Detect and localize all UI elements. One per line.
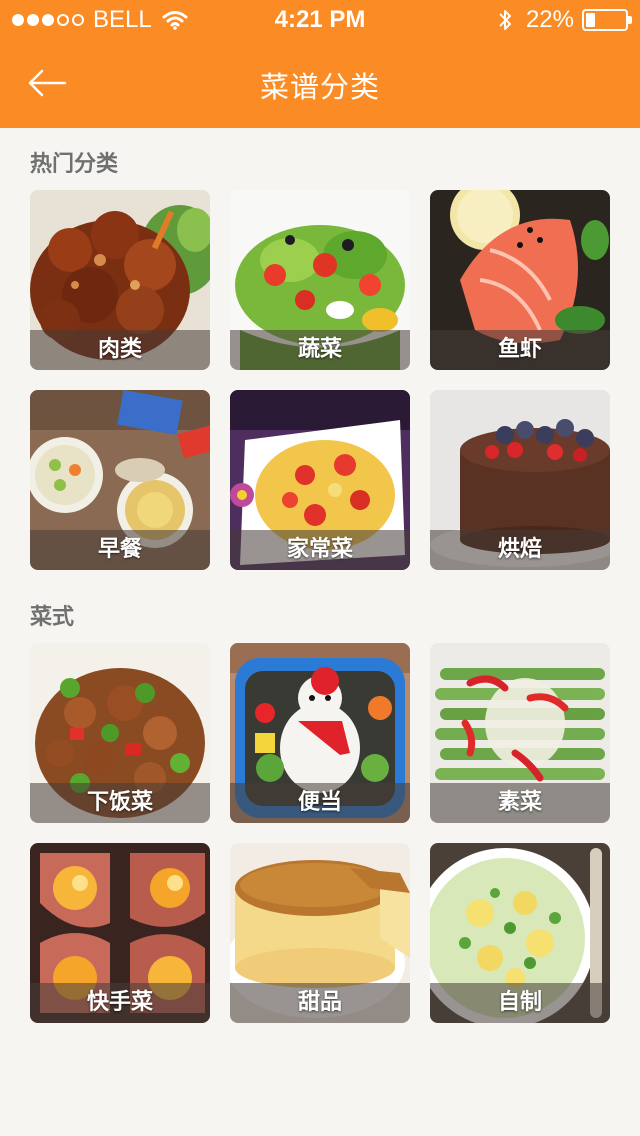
category-card-home-cooking[interactable]: 家常菜 (230, 390, 410, 570)
status-right: 22% (498, 6, 632, 34)
category-label: 早餐 (97, 537, 142, 562)
category-label: 便当 (297, 790, 342, 815)
navigation-bar: 菜谱分类 (0, 40, 640, 128)
battery-percent: 22% (525, 6, 574, 33)
battery-icon (582, 9, 632, 31)
category-label: 肉类 (97, 337, 142, 362)
battery-level (586, 13, 596, 27)
category-label: 素菜 (497, 790, 542, 815)
category-label: 快手菜 (86, 990, 153, 1015)
category-card-desserts[interactable]: 甜品 (230, 843, 410, 1023)
category-label: 甜品 (297, 990, 342, 1015)
category-label: 蔬菜 (297, 337, 342, 362)
category-card-vegetarian[interactable]: 素菜 (430, 643, 610, 823)
category-card-fish-shrimp[interactable]: 鱼虾 (430, 190, 610, 370)
category-card-rice-dishes[interactable]: 下饭菜 (30, 643, 210, 823)
category-card-meat[interactable]: 肉类 (30, 190, 210, 370)
category-label: 自制 (497, 990, 542, 1015)
category-card-bento[interactable]: 便当 (230, 643, 410, 823)
status-bar: BELL 4:21 PM 22% (0, 0, 640, 40)
app-header: BELL 4:21 PM 22% 菜谱分类 (0, 0, 640, 128)
bluetooth-icon (499, 10, 511, 30)
category-card-homemade[interactable]: 自制 (430, 843, 610, 1023)
category-label: 烘焙 (497, 537, 542, 562)
category-label: 下饭菜 (86, 790, 153, 815)
page-title: 菜谱分类 (259, 70, 380, 104)
category-label: 家常菜 (286, 537, 353, 562)
section-title-hot: 热门分类 (30, 152, 119, 177)
section-title-dish-style: 菜式 (30, 605, 75, 630)
category-card-vegetables[interactable]: 蔬菜 (230, 190, 410, 370)
category-card-baking[interactable]: 烘焙 (430, 390, 610, 570)
category-card-breakfast[interactable]: 早餐 (30, 390, 210, 570)
category-label: 鱼虾 (497, 337, 542, 362)
category-card-quick-dishes[interactable]: 快手菜 (30, 843, 210, 1023)
